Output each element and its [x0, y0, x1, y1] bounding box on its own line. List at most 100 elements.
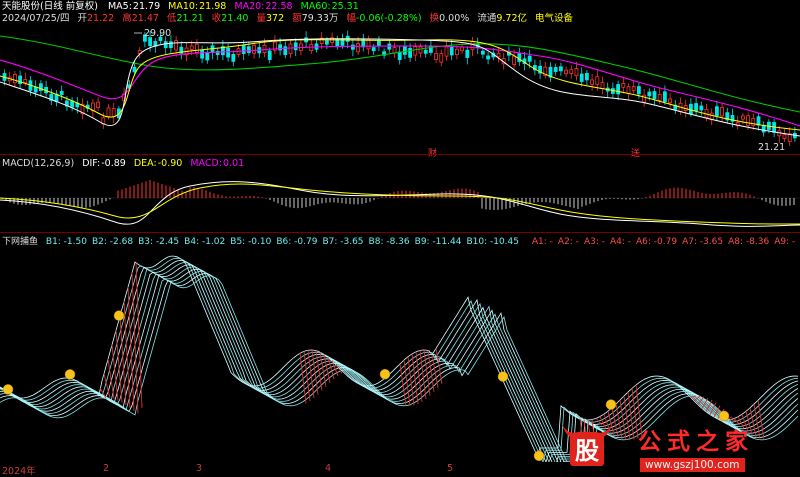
- watermark-logo: 股 公式之家 www.gszj100.com: [556, 418, 800, 476]
- candle-body: [267, 50, 272, 60]
- candle-body: [756, 116, 761, 126]
- candle-body: [241, 44, 246, 54]
- ma10-value: 21.98: [199, 1, 227, 12]
- a-value-2: A2: -: [557, 237, 579, 247]
- macd-panel[interactable]: [0, 170, 800, 232]
- a-value-7: A8: -8.36: [728, 237, 770, 247]
- candle-body: [637, 86, 641, 95]
- dea-value: -0.90: [157, 158, 183, 169]
- a-value-5: A6: -0.79: [636, 237, 678, 247]
- dif-label: DIF:: [82, 158, 101, 169]
- candle-body: [621, 83, 626, 88]
- b-value-5: B5: -0.10: [230, 237, 272, 247]
- macd-value: 0.01: [223, 158, 245, 169]
- close-label: 收: [211, 13, 222, 24]
- candle-body: [252, 44, 257, 54]
- candle-body: [590, 79, 594, 85]
- change-label: 幅: [346, 13, 356, 24]
- candle-body: [449, 46, 454, 56]
- candle-body: [486, 55, 491, 60]
- ma5-value: 21.79: [132, 1, 161, 12]
- a-value-4: A4: -: [609, 237, 631, 247]
- indicator-title[interactable]: 下网捕鱼: [2, 237, 38, 247]
- macd-title[interactable]: MACD(12,26,9): [2, 158, 74, 169]
- candle-body: [288, 43, 293, 55]
- open-label: 开: [77, 13, 88, 24]
- ma20-value: 22.58: [265, 1, 293, 12]
- candle-body: [715, 106, 719, 116]
- logo-char: 股: [575, 437, 599, 465]
- candle-body: [70, 100, 74, 108]
- candle-body: [262, 44, 267, 54]
- candle-body: [626, 86, 631, 94]
- ma5-label: MA5:: [107, 1, 132, 12]
- a-value-6: A7: -3.65: [682, 237, 724, 247]
- candle-body: [371, 47, 376, 52]
- x-tick-3: 3: [196, 463, 203, 474]
- candle-body: [324, 40, 329, 45]
- b-value-3: B3: -2.45: [138, 237, 180, 247]
- candle-body: [652, 91, 657, 100]
- chart-header: 天能股份(日线 前复权) MA5:21.79 MA10:21.98 MA20:2…: [2, 1, 364, 13]
- ma60-value: 25.31: [331, 1, 359, 12]
- smiley-icon: [605, 399, 617, 410]
- candle-body: [96, 101, 100, 109]
- candlestick-chart: 29.90 21.21: [0, 28, 800, 153]
- smiley-icon: [2, 384, 14, 395]
- candle-body: [574, 68, 579, 77]
- candle-body: [444, 46, 449, 57]
- b-value-9: B9: -11.44: [414, 237, 462, 247]
- smiley-icon: [533, 450, 545, 462]
- candle-body: [517, 53, 522, 62]
- panel-separator-2: [0, 232, 800, 233]
- candle-body: [663, 91, 667, 102]
- open-value: 21.22: [87, 13, 115, 24]
- a-values: A1: - A2: - A3: - A4: - A6: -0.79 A7: -3.65 A8…: [532, 237, 800, 247]
- candle-body: [376, 40, 381, 47]
- candle-body: [408, 47, 413, 58]
- b-value-1: B1: -1.50: [45, 237, 87, 247]
- price-panel[interactable]: 29.90 21.21 财 送: [0, 26, 800, 159]
- candle-body: [163, 41, 168, 49]
- candle-body: [465, 49, 470, 58]
- smiley-icon: [64, 369, 76, 380]
- b-value-8: B8: -8.36: [368, 237, 410, 247]
- volume-label: 量: [256, 13, 267, 24]
- candle-body: [174, 40, 179, 51]
- amount-value: 79.33万: [301, 13, 339, 24]
- candle-body: [397, 51, 402, 61]
- dif-value: -0.89: [101, 158, 126, 169]
- smiley-icon: [113, 310, 125, 321]
- stock-title[interactable]: 天能股份(日线 前复权): [2, 1, 98, 12]
- candle-body: [402, 45, 407, 55]
- dividend-marker[interactable]: 送: [631, 146, 640, 159]
- low-value: 21.21: [176, 13, 204, 24]
- b-value-2: B2: -2.68: [91, 237, 134, 247]
- candle-body: [741, 115, 745, 120]
- candle-body: [418, 46, 423, 54]
- finance-marker[interactable]: 财: [428, 146, 437, 159]
- candle-body: [751, 117, 756, 127]
- candle-body: [106, 107, 111, 117]
- net-red-line: [435, 348, 443, 384]
- candle-body: [23, 79, 28, 84]
- candle-body: [569, 69, 574, 74]
- high-label: 高: [122, 13, 132, 24]
- candle-body: [454, 48, 459, 56]
- candle-body: [293, 42, 298, 51]
- close-value: 21.40: [221, 13, 249, 24]
- candle-body: [392, 47, 397, 54]
- candle-body: [413, 46, 418, 56]
- candle-body: [553, 67, 558, 72]
- ma10-label: MA10:: [168, 1, 199, 12]
- b-value-6: B6: -0.79: [276, 237, 318, 247]
- candle-body: [699, 105, 704, 111]
- candle-body: [694, 103, 698, 112]
- ma60-label: MA60:: [300, 1, 331, 12]
- x-tick-4: 4: [325, 463, 332, 474]
- candle-body: [132, 66, 137, 73]
- b-value-10: B10: -10.45: [466, 237, 519, 247]
- macd-header: MACD(12,26,9) DIF:-0.89 DEA:-0.90 MACD:0…: [2, 158, 249, 170]
- candle-body: [439, 53, 444, 63]
- candle-body: [189, 45, 194, 50]
